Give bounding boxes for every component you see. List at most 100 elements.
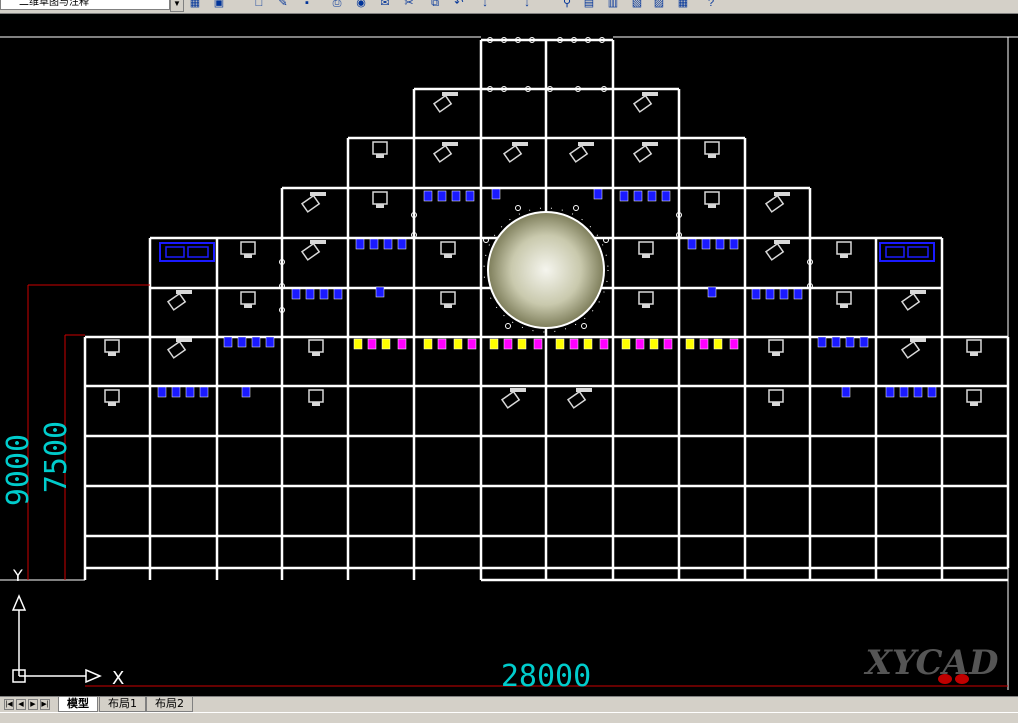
dimension-height-inner: 7500 (39, 421, 74, 493)
chevron-down-icon[interactable]: ▼ (170, 0, 184, 12)
spot-fixture-base (108, 402, 116, 406)
layout-tab-bar: |◀ ◀ ▶ ▶| 模型 布局1 布局2 (0, 696, 1018, 713)
par-can (491, 188, 501, 200)
par-can (199, 386, 209, 398)
moving-head-yoke (642, 92, 658, 96)
spot-fixture-base (376, 154, 384, 158)
design-center-icon[interactable]: ▥ (606, 0, 620, 11)
par-can (841, 386, 851, 398)
par-can (831, 336, 841, 348)
par-can (381, 338, 391, 350)
moving-head-yoke (774, 192, 790, 196)
first-tab-icon[interactable]: |◀ (4, 699, 14, 710)
par-can (437, 190, 447, 202)
par-can (185, 386, 195, 398)
help-icon[interactable]: ? (704, 0, 718, 11)
zoom-window-icon[interactable]: ⚲ (560, 0, 574, 11)
preview-icon[interactable]: ◉ (354, 0, 368, 11)
tool-palette-icon[interactable]: ▧ (630, 0, 644, 11)
par-can (305, 288, 315, 300)
par-can (663, 338, 673, 350)
calc-icon[interactable]: ▦ (676, 0, 690, 11)
par-can (621, 338, 631, 350)
par-can (729, 338, 739, 350)
par-can (899, 386, 909, 398)
dimension-height-outer: 9000 (1, 434, 36, 506)
ucs-x-label: X (112, 668, 124, 689)
par-can (633, 190, 643, 202)
spot-fixture-base (708, 204, 716, 208)
par-can (451, 190, 461, 202)
par-can (701, 238, 711, 250)
cut-icon[interactable]: ✂ (402, 0, 416, 11)
tab-layout1[interactable]: 布局1 (99, 697, 146, 712)
open-icon[interactable]: ✎ (276, 0, 290, 11)
spot-fixture-base (772, 402, 780, 406)
next-tab-icon[interactable]: ▶ (28, 699, 38, 710)
spot-fixture-base (108, 352, 116, 356)
par-can (237, 336, 247, 348)
tab-model[interactable]: 模型 (58, 697, 98, 712)
par-can (265, 336, 275, 348)
tab-layout2[interactable]: 布局2 (146, 697, 193, 712)
par-can (583, 338, 593, 350)
moving-head-yoke (310, 192, 326, 196)
par-can (453, 338, 463, 350)
par-can (223, 336, 233, 348)
pan-icon[interactable]: ↓ (520, 0, 534, 11)
workspace-selector[interactable]: 二维草图与注释 (0, 0, 170, 10)
zoom-icon[interactable]: ▦ (188, 0, 202, 11)
par-can (859, 336, 869, 348)
status-bar (0, 712, 1018, 723)
par-can (779, 288, 789, 300)
moving-head-yoke (176, 338, 192, 342)
copy-icon[interactable]: ⧉ (428, 0, 442, 11)
undo-icon[interactable]: ↶ (452, 0, 466, 11)
spot-fixture-base (312, 402, 320, 406)
par-can (375, 286, 385, 298)
spot-fixture-base (970, 402, 978, 406)
spot-fixture-base (244, 304, 252, 308)
print-icon[interactable]: ⎙ (330, 0, 344, 11)
par-can (649, 338, 659, 350)
par-can (467, 338, 477, 350)
prev-tab-icon[interactable]: ◀ (16, 699, 26, 710)
par-can (845, 336, 855, 348)
spot-fixture-base (970, 352, 978, 356)
moving-head-yoke (576, 388, 592, 392)
par-can (319, 288, 329, 300)
spot-fixture-base (244, 254, 252, 258)
par-can (599, 338, 609, 350)
par-can (465, 190, 475, 202)
new-icon[interactable]: □ (252, 0, 266, 11)
drawing-canvas[interactable]: 9000 7500 28000 Y X XYCAD (0, 14, 1018, 696)
spot-fixture-base (772, 352, 780, 356)
moving-head-yoke (774, 240, 790, 244)
moving-head-yoke (910, 290, 926, 294)
moving-head-yoke (910, 338, 926, 342)
properties-icon[interactable]: ▤ (582, 0, 596, 11)
redo-icon[interactable]: ↓ (478, 0, 492, 11)
save-icon[interactable]: ▪ (300, 0, 314, 11)
par-can (751, 288, 761, 300)
sheet-set-icon[interactable]: ▨ (652, 0, 666, 11)
par-can (713, 338, 723, 350)
spot-fixture-base (312, 352, 320, 356)
par-can (533, 338, 543, 350)
ucs-y-label: Y (12, 566, 23, 585)
par-can (685, 338, 695, 350)
par-can (333, 288, 343, 300)
plot-icon[interactable]: ▣ (212, 0, 226, 11)
par-can (729, 238, 739, 250)
par-can (913, 386, 923, 398)
par-can (793, 288, 803, 300)
par-can (397, 338, 407, 350)
spot-fixture-base (642, 254, 650, 258)
publish-icon[interactable]: ✉ (378, 0, 392, 11)
moving-head-yoke (642, 142, 658, 146)
par-can (353, 338, 363, 350)
par-can (251, 336, 261, 348)
moving-head-yoke (510, 388, 526, 392)
last-tab-icon[interactable]: ▶| (40, 699, 50, 710)
par-can (383, 238, 393, 250)
